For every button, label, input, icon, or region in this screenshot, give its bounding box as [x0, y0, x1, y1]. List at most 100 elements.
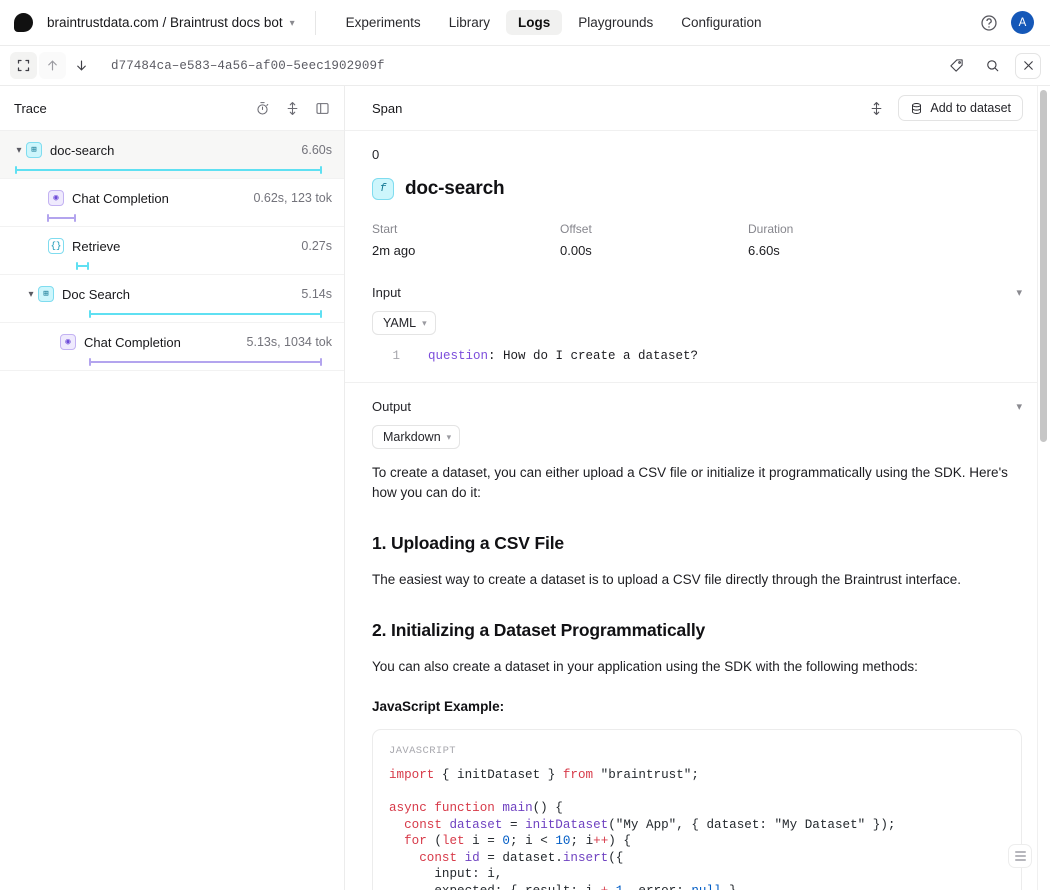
trace-row-doc-search-child[interactable]: ▾ ⊞ Doc Search 5.14s: [0, 275, 344, 323]
yaml-value: : How do I create a dataset?: [488, 349, 698, 363]
detail-scrollbar-thumb[interactable]: [1040, 90, 1047, 442]
trace-row-meta: 0.27s: [301, 239, 332, 253]
output-format-label: Markdown: [383, 430, 441, 444]
chevron-down-icon[interactable]: ▾: [1016, 286, 1022, 299]
trace-id-label: d77484ca–e583–4a56–af00–5eec1902909f: [111, 59, 385, 73]
expand-icon[interactable]: [10, 52, 37, 79]
tab-configuration[interactable]: Configuration: [669, 10, 773, 35]
trace-row-doc-search[interactable]: ▾ ⊞ doc-search 6.60s: [0, 131, 344, 179]
stat-label: Start: [372, 222, 560, 236]
output-section-header[interactable]: Output ▾: [372, 399, 1022, 414]
timeline-bar: [89, 361, 323, 363]
output-section-title: Output: [372, 399, 411, 414]
trace-row-chat-completion-2[interactable]: ▾ ◉ Chat Completion 5.13s, 1034 tok: [0, 323, 344, 371]
chevron-down-icon[interactable]: ▾: [24, 289, 38, 300]
stat-label: Duration: [748, 222, 936, 236]
span-title: f doc-search: [372, 178, 1022, 200]
trace-row-timeline: [12, 357, 332, 367]
span-name: doc-search: [405, 178, 504, 200]
timeline-bar: [47, 217, 76, 219]
input-section-title: Input: [372, 285, 401, 300]
add-to-dataset-button[interactable]: Add to dataset: [898, 95, 1023, 121]
span-index: 0: [372, 147, 1022, 162]
input-code-line: question: How do I create a dataset?: [400, 347, 698, 366]
expand-vertical-icon[interactable]: [281, 97, 303, 119]
chevron-down-icon: ▾: [422, 318, 427, 329]
trace-row-label: Retrieve: [72, 239, 120, 254]
trace-panel-header: Trace: [0, 86, 344, 131]
span-header-actions: Add to dataset: [866, 95, 1023, 121]
llm-span-icon: ◉: [48, 190, 64, 206]
tab-library[interactable]: Library: [437, 10, 502, 35]
avatar[interactable]: A: [1011, 11, 1034, 34]
function-span-icon: ⊞: [38, 286, 54, 302]
output-markdown: To create a dataset, you can either uplo…: [372, 463, 1022, 890]
help-circle-icon[interactable]: [980, 14, 998, 32]
code-language-label: JAVASCRIPT: [389, 745, 1005, 757]
chevron-down-icon[interactable]: ▾: [1016, 400, 1022, 413]
trace-toolbar: d77484ca–e583–4a56–af00–5eec1902909f: [0, 46, 1050, 86]
span-header-label: Span: [372, 101, 402, 116]
trace-row-meta: 0.62s, 123 tok: [253, 191, 332, 205]
trace-tree: ▾ ⊞ doc-search 6.60s ▾ ◉ Chat Completion: [0, 131, 344, 890]
trace-row-meta: 5.14s: [301, 287, 332, 301]
braintrust-logo-icon[interactable]: [14, 13, 33, 32]
org-breadcrumb[interactable]: braintrustdata.com / Braintrust docs bot…: [47, 15, 295, 30]
stat-start: Start 2m ago: [372, 222, 560, 258]
output-format-select[interactable]: Markdown ▾: [372, 425, 460, 449]
output-paragraph-2: You can also create a dataset in your ap…: [372, 657, 1022, 677]
tab-playgrounds[interactable]: Playgrounds: [566, 10, 665, 35]
trace-row-retrieve[interactable]: ▾ {} Retrieve 0.27s: [0, 227, 344, 275]
stat-label: Offset: [560, 222, 748, 236]
detail-scrollbar-track[interactable]: [1037, 86, 1050, 890]
chevron-down-icon: ▾: [447, 432, 452, 443]
code-content: import { initDataset } from "braintrust"…: [389, 767, 1005, 890]
timer-icon[interactable]: [251, 97, 273, 119]
trace-row-chat-completion-1[interactable]: ▾ ◉ Chat Completion 0.62s, 123 tok: [0, 179, 344, 227]
menu-icon[interactable]: [1008, 844, 1032, 868]
span-detail-content: Span Add: [345, 86, 1050, 890]
collapse-panel-icon[interactable]: [311, 97, 333, 119]
arrow-up-icon[interactable]: [39, 52, 66, 79]
trace-row-meta: 5.13s, 1034 tok: [247, 335, 332, 349]
tab-logs[interactable]: Logs: [506, 10, 562, 35]
trace-panel-tools: [251, 97, 333, 119]
timeline-bar: [76, 265, 89, 267]
stat-value: 6.60s: [748, 243, 936, 258]
stat-offset: Offset 0.00s: [560, 222, 748, 258]
menu-line: [1015, 851, 1026, 853]
chevron-down-icon[interactable]: ▾: [12, 145, 26, 156]
tag-icon[interactable]: [943, 52, 970, 79]
stat-value: 0.00s: [560, 243, 748, 258]
span-detail-panel: Span Add: [345, 86, 1050, 890]
input-code: 1 question: How do I create a dataset?: [372, 347, 1022, 366]
nav-tabs: Experiments Library Logs Playgrounds Con…: [334, 10, 774, 35]
input-format-select[interactable]: YAML ▾: [372, 311, 436, 335]
trace-row-timeline: [12, 165, 332, 175]
trace-panel-title: Trace: [14, 101, 47, 116]
search-icon[interactable]: [979, 52, 1006, 79]
main-body: Trace: [0, 86, 1050, 890]
menu-line: [1015, 859, 1026, 861]
section-divider: [345, 382, 1050, 383]
trace-row-label: Chat Completion: [84, 335, 181, 350]
trace-panel: Trace: [0, 86, 345, 890]
tab-experiments[interactable]: Experiments: [334, 10, 433, 35]
input-format-label: YAML: [383, 316, 416, 330]
output-code-block: JAVASCRIPT import { initDataset } from "…: [372, 729, 1022, 890]
arrow-down-icon[interactable]: [68, 52, 95, 79]
nav-divider: [315, 11, 316, 35]
org-breadcrumb-label: braintrustdata.com / Braintrust docs bot: [47, 15, 283, 30]
expand-vertical-icon[interactable]: [866, 98, 886, 118]
trace-row-timeline: [12, 213, 332, 223]
output-paragraph-1: The easiest way to create a dataset is t…: [372, 570, 1022, 590]
span-detail-header: Span Add: [345, 86, 1050, 131]
input-section-header[interactable]: Input ▾: [372, 285, 1022, 300]
nav-right-actions: A: [980, 11, 1038, 34]
llm-span-icon: ◉: [60, 334, 76, 350]
close-icon[interactable]: [1015, 53, 1041, 79]
output-code-label: JavaScript Example:: [372, 699, 1022, 714]
stat-duration: Duration 6.60s: [748, 222, 936, 258]
trace-row-label: Chat Completion: [72, 191, 169, 206]
app-root: braintrustdata.com / Braintrust docs bot…: [0, 0, 1050, 890]
